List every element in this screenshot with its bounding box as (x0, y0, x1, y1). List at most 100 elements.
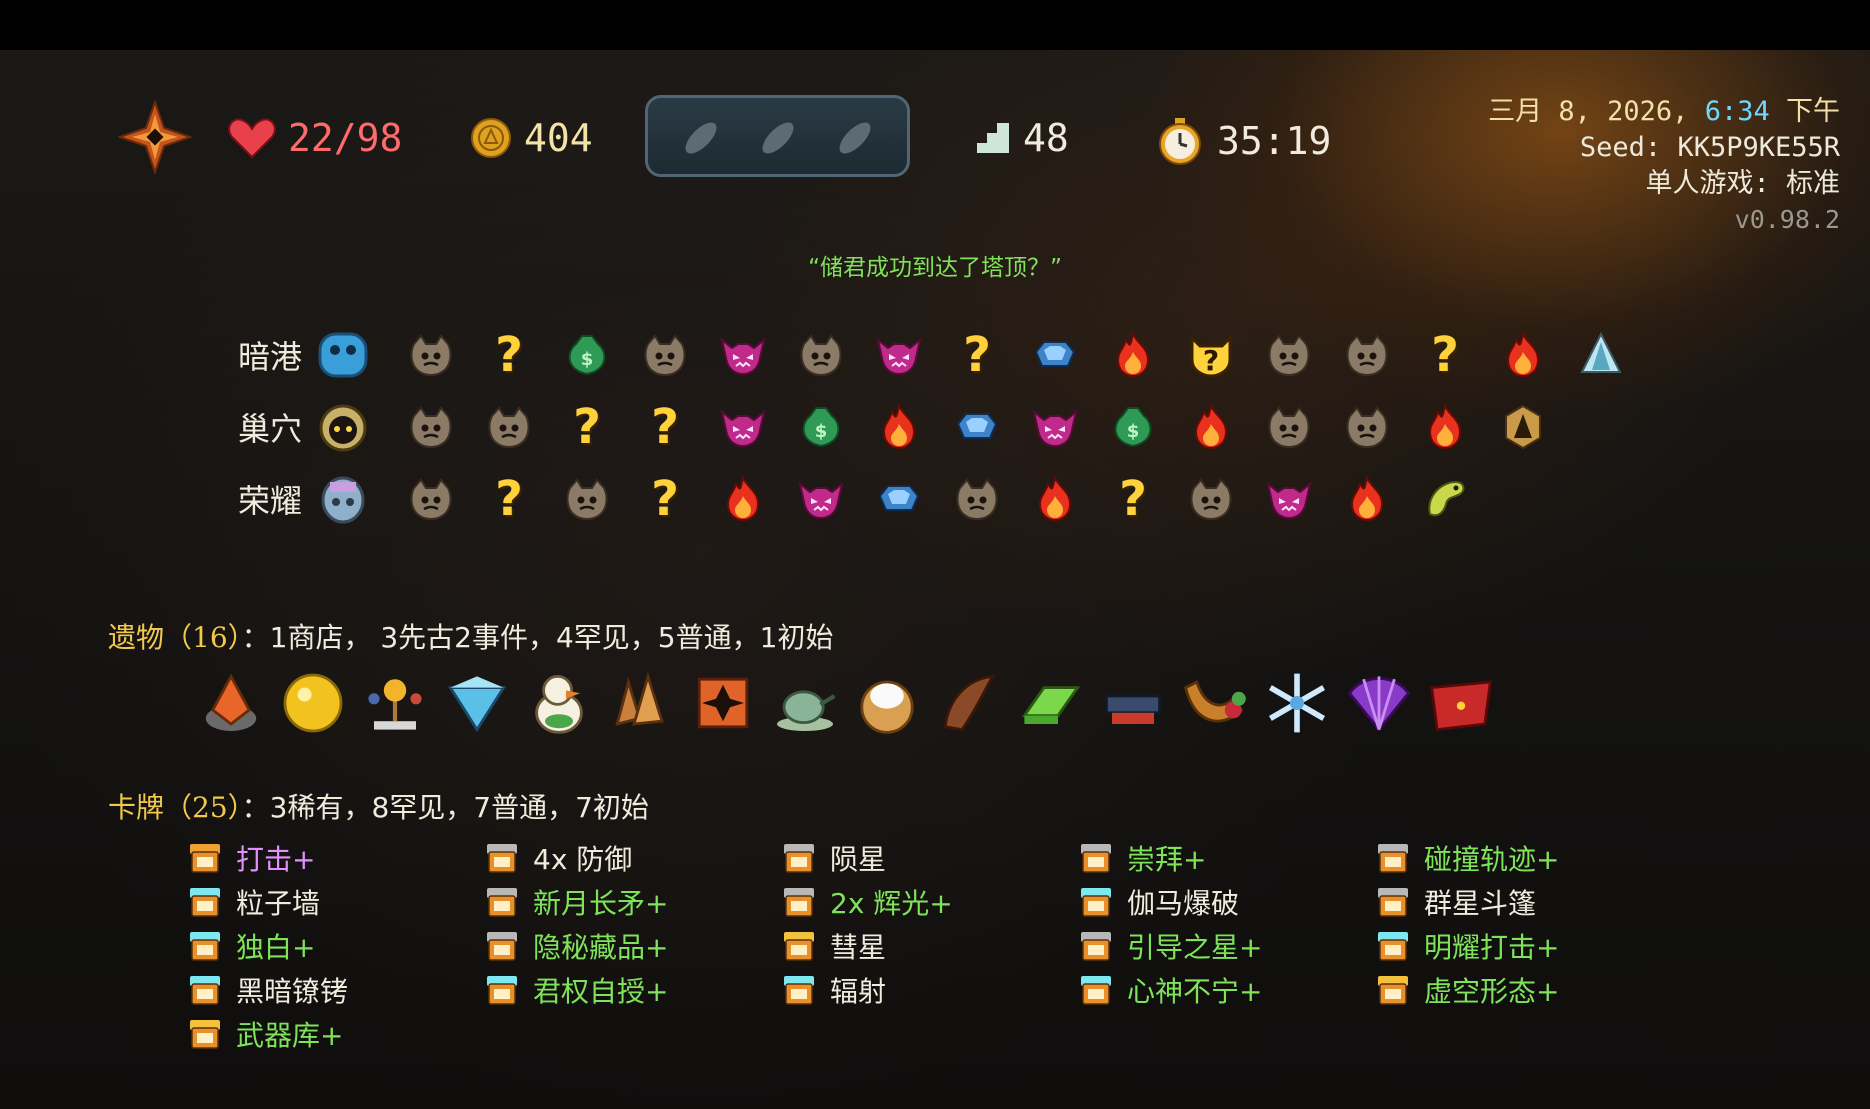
monster-room-icon[interactable] (938, 469, 1016, 529)
ancient-room-icon[interactable] (1484, 397, 1562, 457)
unknown-room-icon[interactable]: ? (1094, 469, 1172, 529)
monster-room-icon[interactable] (1250, 397, 1328, 457)
elite-room-icon[interactable] (1016, 397, 1094, 457)
monster-room-icon[interactable] (392, 325, 470, 385)
rest-room-icon[interactable] (704, 469, 782, 529)
rest-room-icon[interactable] (1406, 397, 1484, 457)
elite-room-icon[interactable] (782, 469, 860, 529)
empty-potion-slot-icon[interactable] (754, 112, 802, 160)
monster-room-icon[interactable] (626, 325, 704, 385)
deck-card[interactable]: 虚空形态+ (1376, 968, 1673, 1012)
deck-card[interactable]: 2x 辉光+ (782, 880, 1079, 924)
deck-card[interactable]: 彗星 (782, 924, 1079, 968)
monster-room-icon[interactable] (1172, 469, 1250, 529)
relic-orrery[interactable] (354, 664, 436, 742)
monster-room-icon[interactable] (548, 469, 626, 529)
deck-card[interactable]: 君权自授+ (485, 968, 782, 1012)
relic-brown-shards[interactable] (600, 664, 682, 742)
deck-card[interactable]: 武器库+ (188, 1012, 485, 1056)
relic-green-ingot[interactable] (1010, 664, 1092, 742)
run-seed[interactable]: Seed: KK5P9KE55R (1488, 130, 1840, 166)
monster-icon (1346, 334, 1388, 376)
relic-ember-stone[interactable] (190, 664, 272, 742)
relic-anvil-tray[interactable] (1092, 664, 1174, 742)
deck-card[interactable]: 伽马爆破 (1079, 880, 1376, 924)
deck-card[interactable]: 碰撞轨迹+ (1376, 836, 1673, 880)
shop-room-icon[interactable] (860, 469, 938, 529)
unknown-room-icon[interactable]: ? (470, 325, 548, 385)
shop-room-icon[interactable] (1016, 325, 1094, 385)
elite-room-icon[interactable] (704, 397, 782, 457)
deck-card[interactable]: 独白+ (188, 924, 485, 968)
monster-icon (956, 478, 998, 520)
unknown-room-icon[interactable]: ? (938, 325, 1016, 385)
treasure-room-icon[interactable]: $ (782, 397, 860, 457)
monster-room-icon[interactable] (470, 397, 548, 457)
blue-slime-boss-icon[interactable] (316, 328, 370, 382)
deck-card[interactable]: 引导之星+ (1079, 924, 1376, 968)
ice-boss-room-icon[interactable] (1562, 325, 1640, 385)
rest-room-icon[interactable] (1172, 397, 1250, 457)
deck-card[interactable]: 明耀打击+ (1376, 924, 1673, 968)
deck-card[interactable]: 粒子墙 (188, 880, 485, 924)
unknown-room-icon[interactable]: ? (626, 397, 704, 457)
deck-card[interactable]: 陨星 (782, 836, 1079, 880)
relic-gold-orb[interactable] (272, 664, 354, 742)
shop-room-icon[interactable] (938, 397, 1016, 457)
deck-card[interactable]: 心神不宁+ (1079, 968, 1376, 1012)
rest-room-icon[interactable] (860, 397, 938, 457)
relic-cream-pie[interactable] (846, 664, 928, 742)
deck-card[interactable]: 隐秘藏品+ (485, 924, 782, 968)
deck-card[interactable]: 群星斗篷 (1376, 880, 1673, 924)
treasure-room-icon[interactable]: $ (1094, 397, 1172, 457)
question-mark-icon: ? (963, 327, 991, 383)
treasure-room-icon[interactable]: $ (548, 325, 626, 385)
monster-room-icon[interactable] (1328, 397, 1406, 457)
monster-room-icon[interactable] (1328, 325, 1406, 385)
card-type-icon (784, 844, 814, 873)
card-name: 粒子墙 (236, 887, 321, 920)
rest-room-icon[interactable] (1094, 325, 1172, 385)
cards-header: 卡牌（25）：3稀有，8罕见，7普通，7初始 (108, 786, 649, 826)
monster-room-icon[interactable] (392, 397, 470, 457)
monster-icon (1190, 478, 1232, 520)
spirit-boss-icon[interactable] (316, 472, 370, 526)
run-quote: “储君成功到达了塔顶？” (808, 255, 1062, 281)
serpent-room-icon[interactable] (1406, 469, 1484, 529)
hooded-boss-icon[interactable] (316, 400, 370, 454)
rest-room-icon[interactable] (1016, 469, 1094, 529)
relic-teapot[interactable] (764, 664, 846, 742)
relic-blue-gem[interactable] (436, 664, 518, 742)
monster-room-icon[interactable] (1250, 325, 1328, 385)
unknown-room-icon[interactable]: ? (548, 397, 626, 457)
monster-room-icon[interactable] (392, 469, 470, 529)
rest-room-icon[interactable] (1484, 325, 1562, 385)
deck-card[interactable]: 打击+ (188, 836, 485, 880)
deck-card[interactable]: 4x 防御 (485, 836, 782, 880)
deck-card[interactable]: 黑暗镣铐 (188, 968, 485, 1012)
elite-room-icon[interactable] (704, 325, 782, 385)
run-date: 三月 8, 2026, 6:34 下午 (1488, 94, 1840, 130)
relic-duck[interactable] (518, 664, 600, 742)
relic-cornucopia[interactable] (1174, 664, 1256, 742)
relic-snowflake[interactable] (1256, 664, 1338, 742)
relic-shuriken[interactable] (682, 664, 764, 742)
deck-card[interactable]: 新月长矛+ (485, 880, 782, 924)
card-type-icon (1081, 844, 1111, 873)
unknown-room-icon[interactable]: ? (1406, 325, 1484, 385)
unknown-boss-room-icon[interactable]: ? (1172, 325, 1250, 385)
elite-room-icon[interactable] (1250, 469, 1328, 529)
empty-potion-slot-icon[interactable] (677, 112, 725, 160)
relic-red-cushion[interactable] (1420, 664, 1502, 742)
empty-potion-slot-icon[interactable] (831, 112, 879, 160)
question-mark-icon: ? (1119, 471, 1147, 527)
monster-room-icon[interactable] (782, 325, 860, 385)
unknown-room-icon[interactable]: ? (626, 469, 704, 529)
relic-purple-fan[interactable] (1338, 664, 1420, 742)
relic-brown-horn[interactable] (928, 664, 1010, 742)
rest-room-icon[interactable] (1328, 469, 1406, 529)
elite-room-icon[interactable] (860, 325, 938, 385)
deck-card[interactable]: 辐射 (782, 968, 1079, 1012)
deck-card[interactable]: 崇拜+ (1079, 836, 1376, 880)
unknown-room-icon[interactable]: ? (470, 469, 548, 529)
